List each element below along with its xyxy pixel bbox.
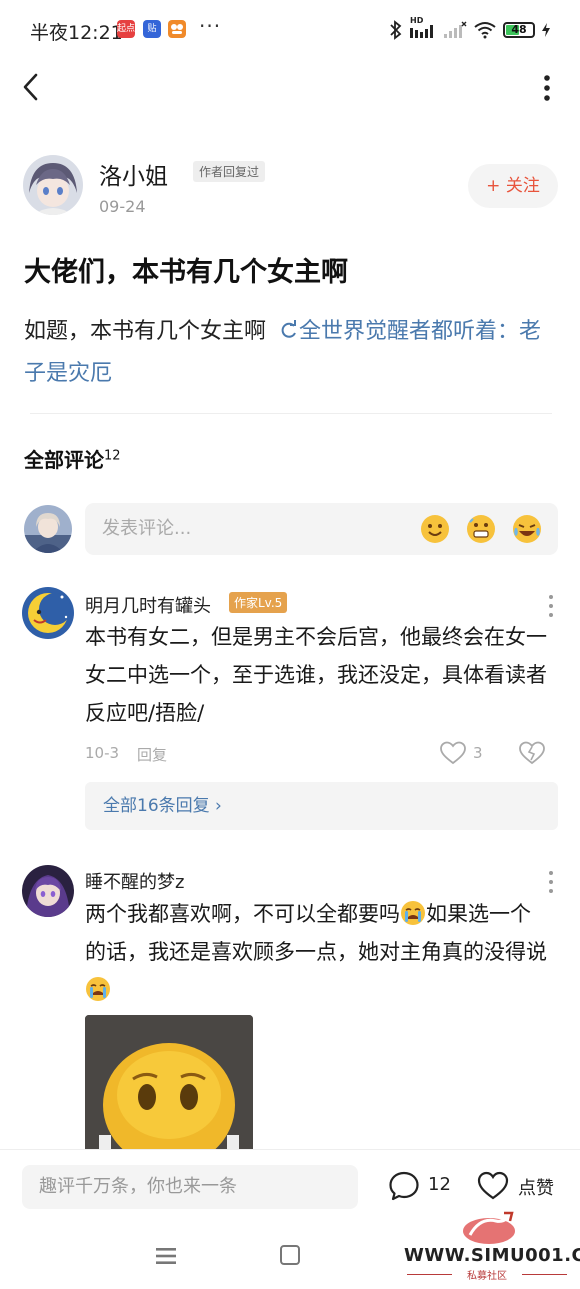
crying-emoji-icon [86, 977, 110, 1001]
broken-heart-icon[interactable] [519, 741, 545, 765]
reply-button[interactable]: 回复 [137, 744, 167, 765]
tieba-icon: 贴 [143, 20, 161, 38]
commenter-avatar[interactable] [22, 865, 74, 917]
commenter-name[interactable]: 明月几时有罐头 [85, 592, 211, 618]
more-vertical-icon[interactable] [532, 70, 562, 106]
signal-icon: HD [410, 16, 436, 40]
laugh-cry-emoji-icon[interactable] [512, 514, 542, 544]
comment-composer: 发表评论... [24, 503, 558, 555]
comment-text: 本书有女二，但是男主不会后宫，他最终会在女一女二中选一个，至于选谁，我还没定，具… [85, 625, 547, 725]
author-replied-badge: 作者回复过 [193, 161, 266, 182]
status-bar: 半夜12:21 起点 贴 ··· HD 48 [0, 0, 580, 60]
post-author: 洛小姐 作者回复过 09-24 + 关注 [23, 155, 558, 219]
watermark-subtext: 私募社区 [407, 1267, 567, 1282]
like-heart-icon[interactable] [477, 1171, 509, 1201]
refresh-icon [281, 320, 297, 338]
bluetooth-icon [390, 20, 402, 40]
view-all-replies-link[interactable]: 全部16条回复 › [85, 782, 558, 830]
like-label[interactable]: 点赞 [518, 1174, 554, 1200]
status-time: 半夜12:21 [30, 22, 123, 44]
comments-header: 全部评论12 [24, 444, 121, 473]
comment-text: 两个我都喜欢啊，不可以全都要吗 如果选一个的话，我还是喜欢顾多一点，她对主角真的没… [85, 895, 550, 1009]
commenter-name[interactable]: 睡不醒的梦z [85, 868, 184, 894]
author-name[interactable]: 洛小姐 [99, 157, 168, 191]
battery-level: 48 [511, 23, 527, 36]
comments-header-label: 全部评论 [24, 448, 104, 472]
comment-count: 12 [428, 1174, 451, 1195]
commenter-avatar[interactable] [22, 587, 74, 639]
comment-text-part: 两个我都喜欢啊，不可以全都要吗 [85, 902, 400, 926]
grimace-emoji-icon[interactable] [466, 514, 496, 544]
writer-level-badge: 作家Lv.5 [229, 592, 288, 613]
comment-date: 10-3 [85, 744, 120, 762]
author-avatar[interactable] [23, 155, 83, 215]
post-date: 09-24 [99, 197, 146, 216]
recent-apps-icon[interactable] [155, 1246, 177, 1266]
status-indicators: HD 48 [389, 16, 550, 41]
comments-count: 12 [104, 448, 121, 464]
back-arrow-icon[interactable] [18, 70, 48, 104]
top-nav [0, 60, 580, 116]
comment-more-icon[interactable] [544, 592, 558, 620]
home-button-icon[interactable] [280, 1245, 300, 1265]
qidian-icon: 起点 [117, 20, 135, 38]
like-heart-icon[interactable] [440, 741, 466, 765]
my-avatar [24, 505, 72, 553]
post-body: 如题，本书有几个女主啊 全世界觉醒者都听着：老子是灾厄 [24, 311, 554, 395]
watermark-logo-icon [463, 1211, 515, 1244]
signal-2-icon [444, 21, 467, 38]
crying-emoji-icon [401, 901, 425, 925]
overflow-dots: ··· [199, 14, 222, 38]
post-body-text: 如题，本书有几个女主啊 [24, 319, 267, 344]
bottom-comment-input[interactable]: 趣评千万条，你也来一条 [22, 1165, 358, 1209]
app-icon [168, 20, 186, 38]
like-count: 3 [473, 744, 483, 762]
comment-more-icon[interactable] [544, 868, 558, 896]
wifi-icon [474, 22, 496, 39]
smile-emoji-icon[interactable] [420, 514, 450, 544]
charging-icon [542, 23, 550, 37]
comment-item: 明月几时有罐头 作家Lv.5 本书有女二，但是男主不会后宫，他最终会在女一女二中… [22, 587, 558, 832]
post-title: 大佬们，本书有几个女主啊 [24, 257, 348, 288]
divider [30, 413, 552, 414]
watermark-text: WWW.SIMU001.CN [404, 1245, 580, 1266]
comment-image[interactable] [85, 1015, 253, 1149]
comment-bubble-icon[interactable] [388, 1170, 420, 1202]
follow-button[interactable]: + 关注 [468, 164, 558, 208]
comment-item: 睡不醒的梦z 两个我都喜欢啊，不可以全都要吗 如果选一个的话，我还是喜欢顾多一点，… [22, 865, 558, 1149]
battery-icon: 48 [503, 22, 535, 38]
